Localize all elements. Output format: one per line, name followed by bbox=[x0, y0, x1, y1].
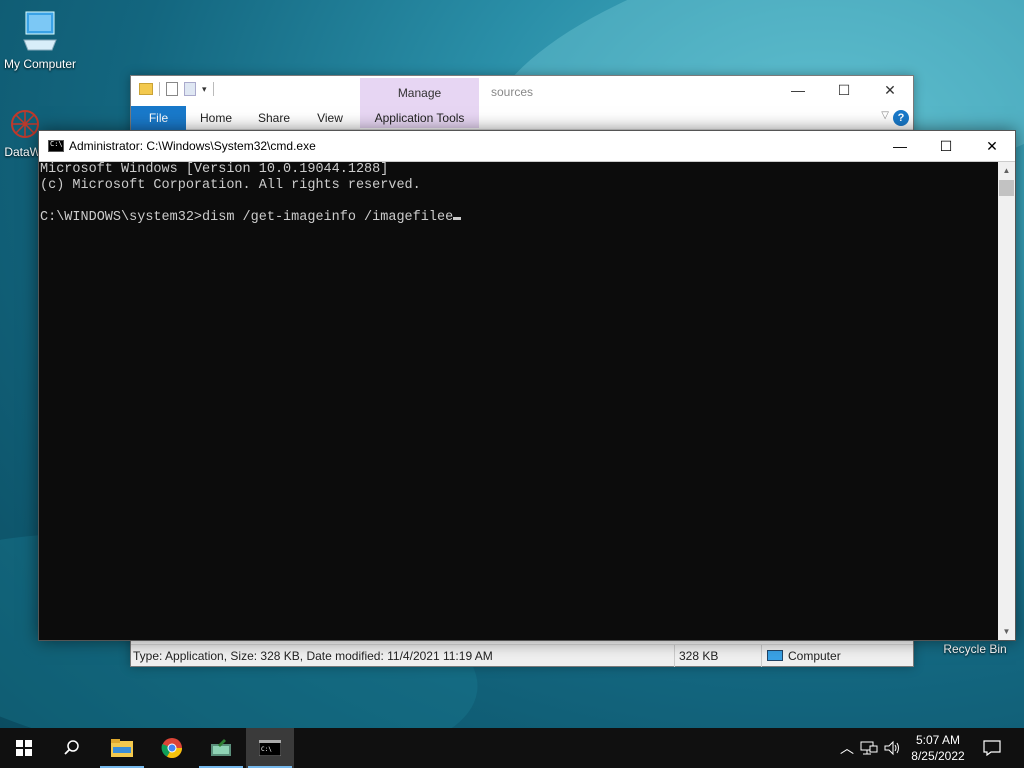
cmd-icon bbox=[48, 140, 64, 152]
system-tray: ︿ bbox=[838, 728, 902, 768]
search-icon bbox=[64, 740, 79, 755]
taskbar-file-explorer[interactable] bbox=[98, 728, 146, 768]
console-command-text: C:\WINDOWS\system32>dism /get-imageinfo … bbox=[40, 210, 454, 225]
taskbar-app[interactable] bbox=[197, 728, 245, 768]
tab-share[interactable]: Share bbox=[249, 106, 299, 130]
maximize-button[interactable]: ☐ bbox=[923, 131, 969, 162]
status-location: Computer bbox=[788, 649, 841, 663]
taskbar-clock[interactable]: 5:07 AM 8/25/2022 bbox=[904, 732, 972, 764]
folder-icon[interactable] bbox=[139, 83, 153, 95]
tab-view[interactable]: View bbox=[306, 106, 354, 130]
computer-icon bbox=[767, 650, 783, 661]
tab-home[interactable]: Home bbox=[191, 106, 241, 130]
maximize-button[interactable]: ☐ bbox=[821, 76, 867, 104]
vertical-scrollbar[interactable]: ▲ ▼ bbox=[998, 162, 1015, 640]
console-prompt-line: C:\WINDOWS\system32>dism /get-imageinfo … bbox=[40, 210, 999, 226]
tab-application-tools[interactable]: Application Tools bbox=[360, 106, 479, 130]
divider bbox=[212, 82, 214, 96]
properties-icon[interactable] bbox=[166, 82, 178, 96]
qat-dropdown-icon[interactable]: ▾ bbox=[202, 84, 207, 95]
cmd-icon: C:\ bbox=[259, 740, 281, 756]
scroll-down-icon[interactable]: ▼ bbox=[998, 623, 1015, 640]
explorer-title-bar[interactable]: ▾ Manage sources — ☐ ✕ bbox=[131, 76, 913, 128]
new-folder-icon[interactable] bbox=[184, 82, 196, 96]
network-icon[interactable] bbox=[860, 740, 878, 756]
taskbar: C:\ ︿ 5:07 AM 8/25/2022 bbox=[0, 728, 1024, 768]
explorer-window-title: sources bbox=[491, 85, 534, 99]
desktop-icon-label: My Computer bbox=[3, 57, 77, 71]
scroll-thumb[interactable] bbox=[999, 180, 1014, 196]
text-cursor bbox=[453, 217, 462, 220]
console-output[interactable]: Microsoft Windows [Version 10.0.19044.12… bbox=[39, 162, 999, 640]
tab-file[interactable]: File bbox=[131, 106, 186, 130]
cmd-title-bar[interactable]: Administrator: C:\Windows\System32\cmd.e… bbox=[39, 131, 1015, 162]
action-center-button[interactable] bbox=[968, 728, 1016, 768]
app-icon bbox=[211, 739, 231, 756]
notification-icon bbox=[983, 740, 1001, 756]
cmd-window[interactable]: Administrator: C:\Windows\System32\cmd.e… bbox=[38, 130, 1016, 641]
ribbon-tabs: File Home Share View Application Tools ▽ bbox=[131, 106, 913, 130]
status-bar: Type: Application, Size: 328 KB, Date mo… bbox=[131, 644, 913, 667]
divider bbox=[674, 645, 675, 667]
console-line: Microsoft Windows [Version 10.0.19044.12… bbox=[40, 162, 389, 177]
quick-access-toolbar: ▾ bbox=[139, 82, 214, 96]
folder-icon bbox=[111, 739, 133, 757]
desktop-icon-label: DataW bbox=[4, 145, 41, 159]
taskbar-cmd[interactable]: C:\ bbox=[246, 728, 294, 768]
search-button[interactable] bbox=[48, 728, 96, 768]
divider bbox=[761, 645, 762, 667]
svg-text:C:\: C:\ bbox=[261, 746, 272, 753]
close-button[interactable]: ✕ bbox=[969, 131, 1015, 162]
console-line: ​ bbox=[40, 194, 999, 210]
status-file-size: 328 KB bbox=[679, 649, 719, 663]
minimize-button[interactable]: — bbox=[877, 131, 923, 162]
start-button[interactable] bbox=[0, 728, 48, 768]
clock-date: 8/25/2022 bbox=[911, 749, 965, 763]
clock-time: 5:07 AM bbox=[915, 733, 961, 747]
network-app-icon bbox=[9, 108, 41, 143]
computer-icon bbox=[0, 10, 80, 55]
ribbon-expand-icon[interactable]: ▽ bbox=[881, 110, 889, 121]
status-file-info: Type: Application, Size: 328 KB, Date mo… bbox=[133, 649, 493, 663]
close-button[interactable]: ✕ bbox=[867, 76, 913, 104]
cmd-window-title: Administrator: C:\Windows\System32\cmd.e… bbox=[69, 139, 316, 153]
minimize-button[interactable]: — bbox=[775, 76, 821, 104]
console-line: (c) Microsoft Corporation. All rights re… bbox=[40, 178, 421, 193]
divider bbox=[159, 82, 160, 96]
windows-logo-icon bbox=[16, 740, 32, 756]
chevron-up-icon[interactable]: ︿ bbox=[838, 738, 856, 758]
desktop-icon-label: Recycle Bin bbox=[943, 642, 1007, 656]
desktop-icon-dataw[interactable]: DataW bbox=[0, 108, 41, 159]
scroll-up-icon[interactable]: ▲ bbox=[998, 162, 1015, 179]
taskbar-chrome[interactable] bbox=[148, 728, 196, 768]
help-icon[interactable]: ? bbox=[893, 110, 909, 126]
desktop-icon-my-computer[interactable]: My Computer bbox=[0, 10, 80, 71]
manage-tab-group-label: Manage bbox=[397, 86, 442, 100]
chrome-icon bbox=[161, 738, 182, 758]
volume-icon[interactable] bbox=[884, 740, 902, 756]
